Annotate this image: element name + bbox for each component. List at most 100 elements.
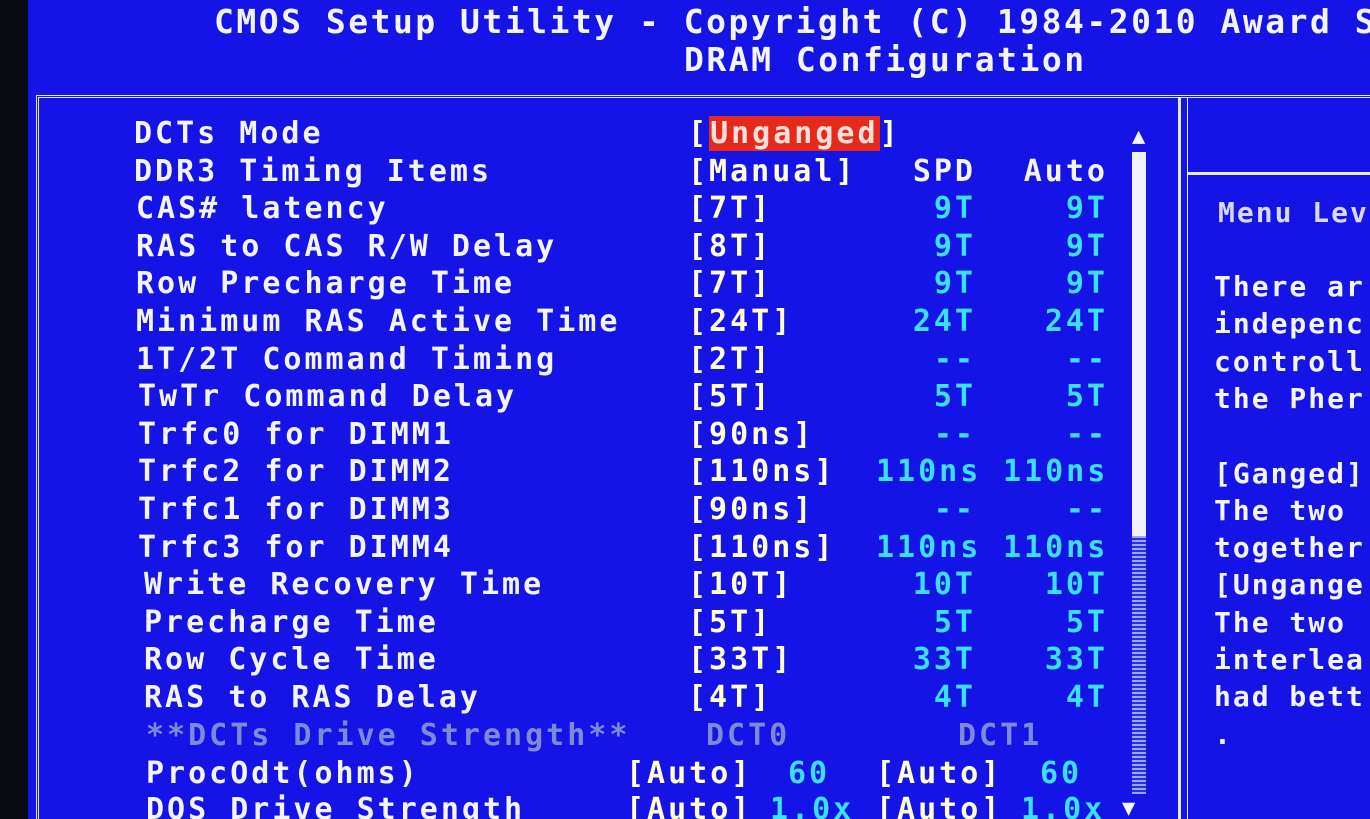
dct1-value[interactable]: [Auto]	[876, 792, 1002, 819]
dct0-current: 60	[788, 756, 831, 791]
spd-value: --	[933, 416, 976, 452]
help-text-line: There ar	[1214, 270, 1365, 303]
help-separator	[1188, 172, 1370, 179]
setting-row[interactable]: TwTr Command Delay [5T] 5T 5T	[28, 379, 1138, 417]
setting-label: ProcOdt(ohms)	[146, 756, 420, 791]
dct1-value[interactable]: [Auto]	[876, 756, 1002, 791]
spd-value: 4T	[933, 680, 976, 715]
spd-value: 5T	[933, 604, 976, 640]
help-text-line: interlea	[1214, 643, 1365, 676]
spd-value: 10T	[912, 567, 976, 603]
help-text-line: The two	[1214, 605, 1347, 639]
setting-row[interactable]: Trfc3 for DIMM4 [110ns] 110ns 110ns	[28, 530, 1138, 568]
setting-value[interactable]: [24T]	[688, 304, 793, 339]
setting-label: CAS# latency	[136, 191, 389, 227]
setting-value[interactable]: [4T]	[688, 680, 772, 715]
selected-highlight[interactable]: Unganged	[709, 116, 880, 151]
dct0-value[interactable]: [Auto]	[626, 792, 752, 819]
auto-value: 5T	[1065, 604, 1108, 640]
help-text-line: .	[1214, 717, 1233, 751]
spd-value: 5T	[933, 379, 976, 415]
spd-value: --	[933, 341, 976, 377]
auto-value: 110ns	[1003, 454, 1109, 490]
setting-value[interactable]: [7T]	[688, 191, 772, 226]
setting-label: Trfc2 for DIMM2	[138, 454, 454, 490]
spd-value: 24T	[912, 304, 976, 339]
setting-row[interactable]: Write Recovery Time [10T] 10T 10T	[28, 567, 1138, 605]
dct1-current: 1.0x	[1021, 792, 1106, 819]
auto-value: 10T	[1044, 567, 1108, 603]
setting-row[interactable]: CAS# latency [7T] 9T 9T	[28, 191, 1138, 229]
setting-value[interactable]: [10T]	[688, 567, 793, 602]
auto-value: 33T	[1044, 642, 1108, 678]
scroll-up-icon[interactable]: ▲	[1132, 124, 1145, 149]
scrollbar-thumb[interactable]	[1132, 152, 1146, 536]
spd-value: 110ns	[876, 454, 982, 490]
setting-label: Minimum RAS Active Time	[136, 304, 621, 339]
help-menu-level: Menu Lev	[1218, 196, 1369, 229]
auto-value: 9T	[1065, 266, 1108, 302]
setting-label: Precharge Time	[144, 604, 439, 640]
help-text-line: The two	[1214, 493, 1347, 527]
setting-row-timing-items[interactable]: DDR3 Timing Items [Manual] SPD Auto	[28, 154, 1138, 192]
setting-value[interactable]: [90ns]	[688, 492, 814, 527]
setting-value[interactable]: [90ns]	[688, 417, 814, 452]
setting-label: Row Precharge Time	[136, 266, 516, 302]
help-text-line: together	[1214, 531, 1365, 565]
setting-row[interactable]: Precharge Time [5T] 5T 5T	[28, 605, 1138, 643]
setting-label: Trfc3 for DIMM4	[138, 529, 454, 565]
setting-row[interactable]: RAS to CAS R/W Delay [8T] 9T 9T	[28, 229, 1138, 267]
spd-value: --	[933, 492, 976, 527]
dct1-current: 60	[1040, 756, 1083, 791]
dct0-header: DCT0	[706, 718, 791, 753]
setting-row[interactable]: Trfc2 for DIMM2 [110ns] 110ns 110ns	[28, 454, 1138, 492]
setting-row[interactable]: Minimum RAS Active Time [24T] 24T 24T	[28, 304, 1138, 342]
setting-row-dcts-mode[interactable]: DCTs Mode [Unganged]	[28, 116, 1138, 154]
setting-row[interactable]: RAS to RAS Delay [4T] 4T 4T	[28, 680, 1138, 718]
setting-value[interactable]: [33T]	[688, 642, 793, 677]
help-text-line: [Ganged]	[1214, 456, 1365, 490]
scroll-down-icon[interactable]: ▼	[1122, 796, 1135, 819]
setting-value[interactable]: [Manual]	[688, 154, 857, 189]
setting-label: TwTr Command Delay	[138, 379, 518, 415]
setting-row[interactable]: 1T/2T Command Timing [2T] -- --	[28, 342, 1138, 380]
setting-label: Trfc1 for DIMM3	[138, 492, 454, 527]
help-text-line: controll	[1214, 344, 1365, 378]
setting-value[interactable]: [5T]	[688, 605, 772, 640]
setting-label: Trfc0 for DIMM1	[138, 416, 454, 452]
setting-value[interactable]: [110ns]	[688, 530, 835, 565]
page-title: DRAM Configuration	[684, 40, 1087, 79]
setting-value[interactable]: [7T]	[688, 266, 772, 301]
help-text-line: indepenc	[1214, 307, 1365, 341]
auto-value: --	[1065, 341, 1108, 377]
app-title: CMOS Setup Utility - Copyright (C) 1984-…	[214, 2, 1370, 41]
help-text-line: [Ungange	[1214, 568, 1365, 602]
auto-value: 9T	[1065, 228, 1108, 264]
setting-value[interactable]: [8T]	[688, 229, 772, 264]
setting-label: 1T/2T Command Timing	[136, 341, 558, 377]
auto-value: 24T	[1044, 304, 1108, 339]
setting-row[interactable]: Row Precharge Time [7T] 9T 9T	[28, 266, 1138, 304]
bios-screen: CMOS Setup Utility - Copyright (C) 1984-…	[28, 0, 1370, 819]
setting-value-selected[interactable]: [Unganged]	[688, 116, 901, 151]
setting-row[interactable]: Row Cycle Time [33T] 33T 33T	[28, 642, 1138, 680]
auto-value: 9T	[1065, 191, 1108, 227]
setting-value[interactable]: [2T]	[688, 342, 772, 377]
spd-value: 110ns	[876, 529, 982, 565]
dct0-value[interactable]: [Auto]	[626, 756, 752, 791]
setting-row[interactable]: Trfc0 for DIMM1 [90ns] -- --	[28, 417, 1138, 455]
setting-value[interactable]: [110ns]	[688, 454, 835, 489]
setting-row-procodt[interactable]: ProcOdt(ohms) [Auto] 60 [Auto] 60	[28, 756, 1138, 794]
column-header-auto: Auto	[1023, 154, 1108, 189]
setting-value[interactable]: [5T]	[688, 379, 772, 414]
section-header-drive-strength: **DCTs Drive Strength** DCT0 DCT1	[28, 718, 1138, 756]
setting-label: DQS Drive Strength	[146, 792, 526, 819]
setting-label: Row Cycle Time	[144, 642, 439, 678]
auto-value: --	[1065, 492, 1108, 527]
auto-value: 4T	[1065, 680, 1108, 715]
column-header-spd: SPD	[912, 154, 976, 189]
setting-label: RAS to CAS R/W Delay	[136, 228, 558, 264]
setting-row-dqs-drive[interactable]: DQS Drive Strength [Auto] 1.0x [Auto] 1.…	[28, 792, 1138, 819]
spd-value: 9T	[933, 228, 976, 264]
setting-row[interactable]: Trfc1 for DIMM3 [90ns] -- --	[28, 492, 1138, 530]
